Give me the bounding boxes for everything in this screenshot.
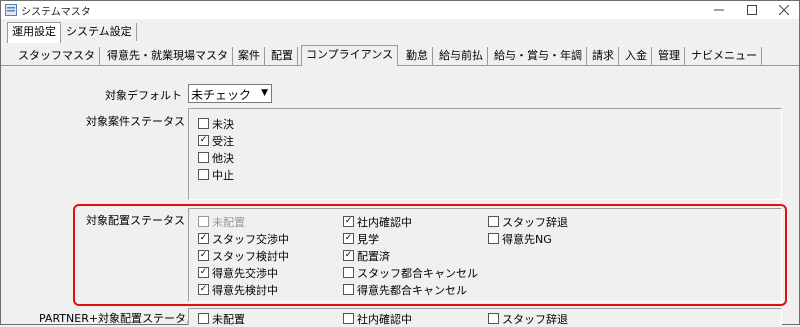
checkbox-icon [198,118,209,129]
app-icon [5,4,17,16]
checkbox-icon [198,313,209,324]
tab-label: ナビメニュー [691,49,757,62]
tab-payment[interactable]: 入金 [621,47,652,65]
window-title: システムマスタ [21,7,91,18]
tab-placement[interactable]: 配置 [267,47,298,65]
default-target-select[interactable]: 未チェック ▼ [188,84,272,103]
tab-attendance[interactable]: 勤怠 [402,47,433,65]
inner-tab-bar: スタッフマスタ 得意先・就業現場マスタ 案件 配置 コンプライアンス 勤怠 給与… [1,45,799,67]
checkbox-icon [343,313,354,324]
tab-label: 給与前払 [439,49,483,62]
checkmark-icon: ✓ [198,135,209,146]
system-master-window: システムマスタ 運用設定 システム設定 スタッフマスタ 得意先・就業現場マスタ … [0,0,800,326]
tab-label: 配置 [271,49,293,62]
maximize-icon [747,5,757,15]
checkbox-label: 受注 [212,135,234,148]
tab-label: 運用設定 [12,25,56,38]
partner-status-list: 未配置 社内確認中 スタッフ辞退 [188,308,782,326]
checkbox-icon [198,169,209,180]
tab-client-site-master[interactable]: 得意先・就業現場マスタ [103,47,233,65]
case-status-label: 対象案件ステータス [86,115,185,128]
tab-system-settings[interactable]: システム設定 [62,23,137,41]
title-bar: システムマスタ [1,1,799,19]
tab-salary-bonus-year-end[interactable]: 給与・賞与・年調 [490,47,587,65]
chevron-down-icon: ▼ [261,88,268,98]
minimize-button[interactable] [703,1,735,19]
tab-navi-menu[interactable]: ナビメニュー [687,47,762,65]
close-icon [779,5,789,15]
tab-label: 請求 [592,49,614,62]
tab-compliance[interactable]: コンプライアンス [301,45,399,67]
tab-salary-advance[interactable]: 給与前払 [435,47,488,65]
tab-label: 給与・賞与・年調 [494,49,582,62]
tab-management[interactable]: 管理 [654,47,685,65]
tab-operation-settings[interactable]: 運用設定 [7,22,61,43]
close-button[interactable] [768,1,800,19]
tab-label: コンプライアンス [306,48,394,61]
tab-label: 案件 [238,49,260,62]
partner-status-label: PARTNER+対象配置ステータス [39,312,198,325]
tab-label: 管理 [658,49,680,62]
case-status-list: 未決 ✓ 受注 他決 中止 [188,108,782,200]
tab-label: 勤怠 [406,49,428,62]
default-target-value: 未チェック [191,88,252,102]
checkbox-label: 未決 [212,118,234,131]
tab-staff-master[interactable]: スタッフマスタ [14,47,100,65]
tab-label: スタッフマスタ [18,49,95,62]
checkbox-icon [198,152,209,163]
checkbox-icon [488,313,499,324]
tab-case[interactable]: 案件 [234,47,265,65]
default-target-label: 対象デフォルト [105,89,182,102]
tab-billing[interactable]: 請求 [588,47,619,65]
maximize-button[interactable] [736,1,768,19]
minimize-icon [714,9,724,11]
tab-label: 得意先・就業現場マスタ [107,49,228,62]
tab-label: 入金 [625,49,647,62]
tab-label: システム設定 [66,25,132,38]
checkbox-label: 他決 [212,152,234,165]
checkbox-label: 中止 [212,169,234,182]
highlight-frame [73,204,787,306]
